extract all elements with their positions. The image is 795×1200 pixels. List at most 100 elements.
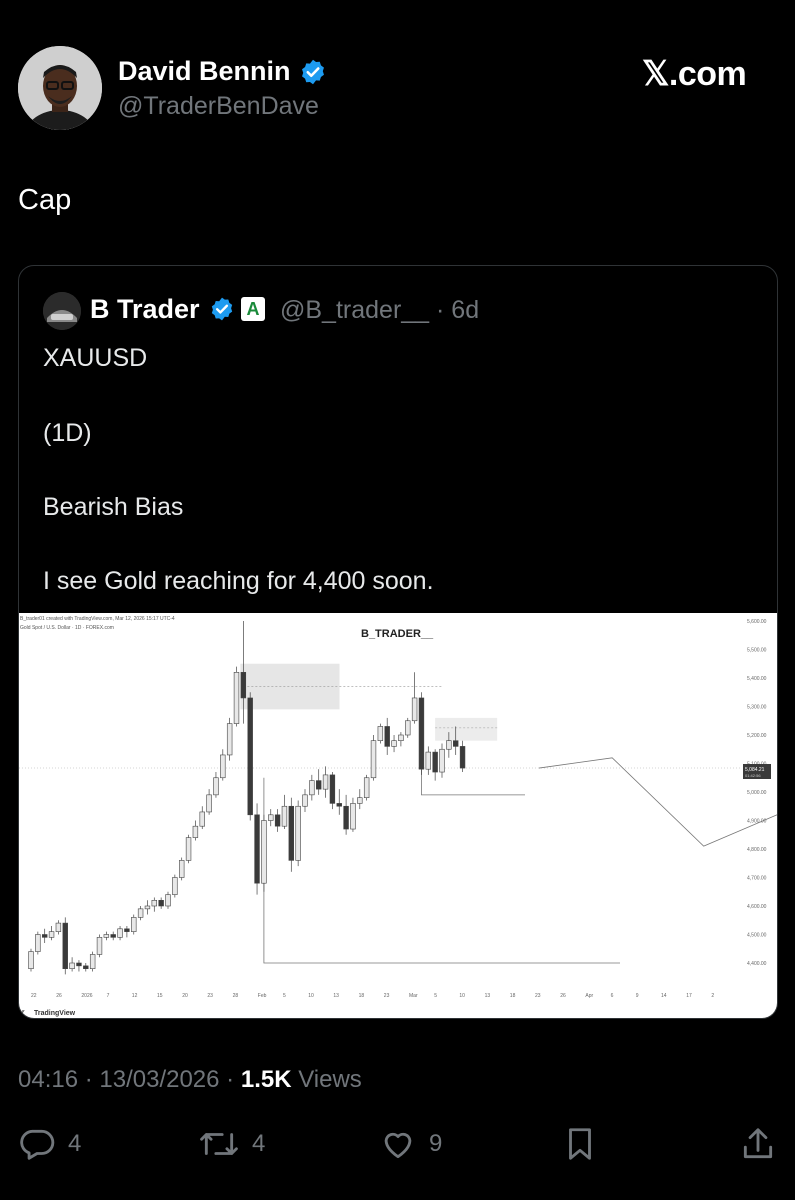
chart-image[interactable]: B_trader01 created with TradingView.com,… [19, 613, 777, 1018]
reply-button[interactable]: 4 [18, 1125, 81, 1163]
x-tick-label: 2 [711, 993, 714, 999]
candle-body [240, 671, 247, 699]
quoted-avatar-photo [43, 292, 81, 330]
candle-body [247, 697, 253, 816]
quoted-handle[interactable]: @B_trader__ [280, 296, 429, 324]
candle-body [165, 894, 171, 907]
candle-body [446, 740, 452, 750]
x-tick-label: 20 [182, 993, 188, 999]
candle-body [144, 905, 151, 910]
x-tick-label: 6 [611, 993, 614, 999]
candle-body [302, 794, 308, 807]
projection-path [538, 757, 777, 847]
price-badge-countdown: 01:42:56 [745, 773, 761, 778]
x-tick-label: Feb [258, 993, 267, 999]
candle-body [425, 751, 431, 770]
minor-zone [435, 717, 498, 741]
repost-count: 4 [252, 1130, 266, 1157]
x-tick-label: 28 [233, 993, 239, 999]
x-tick-label: 26 [560, 993, 566, 999]
candle-body [151, 899, 157, 907]
timestamp[interactable]: 04:16 · 13/03/2026 · [18, 1066, 234, 1093]
candle-body [62, 922, 68, 970]
author-avatar[interactable] [18, 46, 102, 130]
quoted-author-name[interactable]: B Trader [90, 294, 200, 325]
bookmark-button[interactable] [561, 1125, 599, 1163]
candle-body [288, 805, 294, 861]
tradingview-label: TradingView [34, 1010, 76, 1017]
candle-body [254, 814, 260, 884]
y-tick-label: 5,500.00 [747, 648, 767, 654]
author-name[interactable]: David Bennin [118, 56, 327, 87]
chart-title: B_TRADER__ [361, 628, 434, 640]
avatar-photo [18, 46, 102, 130]
candle-body [363, 777, 370, 799]
x-tick-label: 14 [661, 993, 667, 999]
candle-body [199, 811, 205, 827]
svg-text:⁄⁄: ⁄⁄ [19, 1010, 25, 1017]
candle-body [370, 740, 377, 779]
quote-line-bias: Bearish Bias [43, 493, 184, 521]
author-name-text: David Bennin [118, 56, 291, 86]
x-tick-label: 15 [157, 993, 163, 999]
candle-body [220, 754, 226, 779]
x-tick-label: 13 [333, 993, 339, 999]
candle-body [124, 928, 130, 932]
quoted-age[interactable]: · 6d [436, 296, 479, 324]
y-tick-label: 4,700.00 [747, 876, 767, 882]
candle-body [274, 814, 281, 827]
quote-line-symbol: XAUUSD [43, 344, 148, 372]
candle-body [343, 805, 349, 830]
x-tick-label: 13 [485, 993, 491, 999]
candle-body [89, 954, 96, 970]
y-tick-label: 5,300.00 [747, 705, 767, 711]
quoted-badges: A [209, 296, 265, 322]
candle-body [377, 726, 384, 741]
quoted-author-avatar[interactable] [43, 292, 81, 330]
author-handle[interactable]: @TraderBenDave [118, 92, 319, 121]
affiliate-badge-icon: A [241, 297, 265, 321]
tweet-text: Cap [18, 184, 72, 216]
candle-body [268, 814, 274, 821]
candle-body [226, 723, 233, 756]
x-tick-label: Apr [585, 993, 593, 999]
x-tick-label: 5 [283, 993, 286, 999]
price-chart: B_trader01 created with TradingView.com,… [19, 616, 777, 1017]
candle-body [315, 780, 322, 790]
x-tick-label: 10 [308, 993, 314, 999]
target-level-line [263, 777, 620, 964]
candle-body [295, 805, 301, 861]
x-brand-logo: 𝕏.com [642, 55, 747, 93]
y-tick-label: 5,000.00 [747, 790, 767, 796]
candle-body [411, 697, 418, 722]
verified-badge-icon [211, 297, 233, 321]
chart-symbol-text: Gold Spot / U.S. Dollar · 1D · FOREX.com [20, 625, 114, 631]
timestamp-row: 04:16 · 13/03/2026 · 1.5K Views [18, 1066, 362, 1094]
candle-body [158, 899, 164, 907]
repost-button[interactable]: 4 [198, 1125, 265, 1163]
action-bar: 4 4 9 [18, 1125, 778, 1165]
x-tick-label: 23 [384, 993, 390, 999]
share-icon [743, 1128, 773, 1159]
price-badge: 5,084.21 01:42:56 [743, 764, 771, 779]
candle-body [233, 671, 240, 724]
candle-body [192, 825, 199, 838]
x-tick-label: 26 [56, 993, 62, 999]
reply-count: 4 [68, 1130, 82, 1157]
x-tick-label: 7 [107, 993, 110, 999]
candle-body [83, 965, 89, 970]
bookmark-icon [569, 1128, 591, 1160]
quoted-handle-row: @B_trader__ · 6d [280, 296, 479, 325]
like-button[interactable]: 9 [379, 1125, 442, 1163]
views-label: Views [298, 1066, 362, 1093]
views-count: 1.5K [240, 1066, 292, 1093]
verified-badge-icon [301, 59, 324, 84]
candle-body [172, 877, 178, 895]
candle-body [103, 934, 110, 938]
candle-body [28, 951, 34, 970]
quoted-tweet-card[interactable]: B Trader A @B_trader__ · 6d XAUUSD (1D) … [18, 265, 778, 1019]
candle-body [185, 837, 192, 861]
x-tick-label: 18 [359, 993, 365, 999]
candle-body [418, 697, 425, 770]
share-button[interactable] [739, 1125, 777, 1163]
